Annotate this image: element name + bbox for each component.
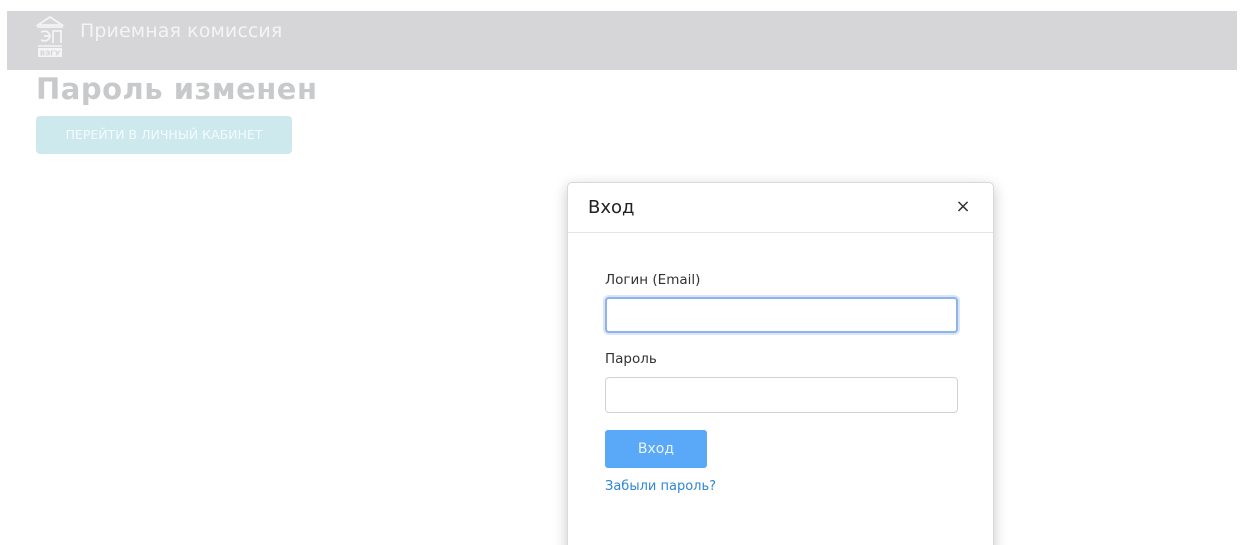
go-to-cabinet-button[interactable]: ПЕРЕЙТИ В ЛИЧНЫЙ КАБИНЕТ [36,116,292,154]
login-modal: Вход × Логин (Email) Пароль Вход Забыли … [567,182,994,545]
close-icon[interactable]: × [953,196,973,218]
modal-header: Вход × [568,183,993,233]
university-logo-icon[interactable]: ВЭГУ [35,11,65,59]
header-title[interactable]: Приемная комиссия [80,20,282,42]
page-title: Пароль изменен [36,72,318,106]
password-label: Пароль [605,351,657,367]
login-email-input[interactable] [605,297,958,333]
forgot-password-link[interactable]: Забыли пароль? [605,479,716,494]
page: ВЭГУ Приемная комиссия Пароль изменен ПЕ… [0,0,1244,545]
login-label: Логин (Email) [605,272,701,288]
logo-text: ВЭГУ [40,50,61,58]
header-bar: ВЭГУ Приемная комиссия [7,11,1237,70]
password-input[interactable] [605,377,958,413]
modal-title: Вход [588,197,635,218]
login-submit-button[interactable]: Вход [605,430,707,468]
